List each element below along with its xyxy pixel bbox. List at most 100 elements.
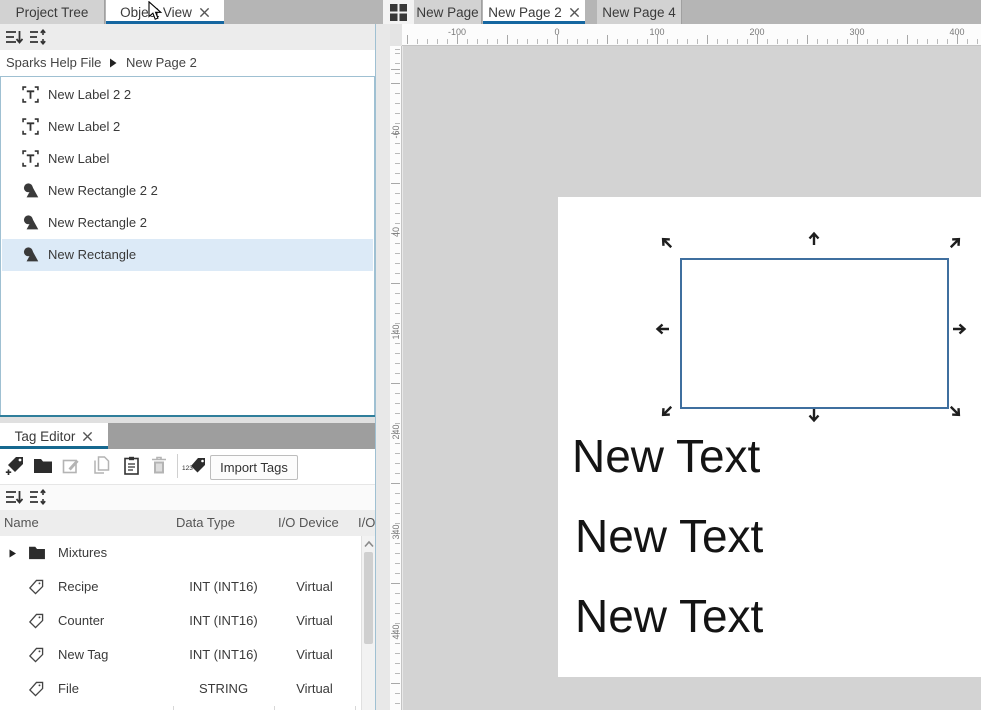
tag-io-device: Virtual [274, 672, 355, 706]
expand-all-button[interactable] [26, 26, 50, 48]
scroll-thumb[interactable] [364, 552, 373, 644]
copy-icon [93, 456, 110, 474]
resize-handle-bottom-left[interactable] [656, 400, 679, 423]
close-icon[interactable] [82, 431, 93, 442]
tag-io-device: Virtual [274, 638, 355, 672]
arrow-icon [806, 231, 822, 247]
ruler-corner [390, 24, 402, 46]
edit-tag-button[interactable] [58, 452, 84, 478]
horizontal-ruler: -100 0 100 200 300 400 [402, 24, 981, 46]
ruler-label: 440 [391, 617, 401, 647]
text-object-2[interactable]: New Text [575, 511, 763, 561]
column-header-io-device: I/O Device [278, 510, 339, 536]
tab-new-page-2-label: New Page 2 [488, 5, 562, 20]
grid-icon [389, 3, 408, 22]
tag-table-header: Name Data Type I/O Device I/O [0, 510, 375, 536]
arrow-icon [656, 400, 679, 423]
shapes-icon [22, 246, 39, 263]
resize-handle-right[interactable] [951, 321, 967, 337]
ruler-label: 0 [554, 27, 559, 37]
ruler-label: 300 [849, 27, 864, 37]
arrow-icon [655, 321, 671, 337]
tag-name: Recipe [58, 570, 98, 604]
breadcrumb-current[interactable]: New Page 2 [126, 50, 197, 76]
tab-object-view[interactable]: Object View [106, 0, 224, 24]
resize-handle-top-right[interactable] [944, 232, 967, 255]
canvas-tabbar: New Page New Page 2 New Page 4 [390, 0, 981, 24]
sort-down-icon [5, 29, 23, 45]
tag-editor-tabbar: Tag Editor [0, 423, 375, 449]
tab-new-page-4-label: New Page 4 [602, 5, 676, 20]
tag-icon [28, 647, 44, 663]
panel-gutter [375, 24, 390, 710]
tag-editor-toolbar: 123 Import Tags [0, 449, 375, 485]
paste-tag-button[interactable] [118, 452, 144, 478]
object-row-new-label-2[interactable]: New Label 2 [2, 111, 373, 143]
tag-icon [28, 613, 44, 629]
number-tag-button[interactable]: 123 [181, 452, 209, 478]
tag-row-counter[interactable]: Counter INT (INT16) Virtual [0, 604, 360, 638]
resize-handle-bottom[interactable] [806, 407, 822, 423]
tab-new-page-label: New Page [416, 5, 478, 20]
edit-icon [62, 457, 80, 474]
object-label: New Label 2 [48, 111, 120, 143]
tag-collapse-all-button[interactable] [2, 486, 26, 508]
collapse-all-button[interactable] [2, 26, 26, 48]
page-surface[interactable]: New Text New Text New Text [558, 197, 981, 677]
resize-handle-top[interactable] [806, 231, 822, 247]
import-tags-button[interactable]: Import Tags [210, 455, 298, 480]
tab-new-page-4[interactable]: New Page 4 [597, 0, 682, 24]
page-overview-button[interactable] [383, 0, 414, 24]
canvas-viewport[interactable]: New Text New Text New Text [403, 46, 981, 710]
shapes-icon [22, 214, 39, 231]
tag-name: Mixtures [58, 536, 107, 570]
selected-rectangle[interactable] [680, 258, 949, 409]
left-tabbar: Project Tree Object View [0, 0, 375, 24]
tag-name: Counter [58, 604, 104, 638]
trash-icon [151, 456, 167, 474]
object-row-new-rectangle-2-2[interactable]: New Rectangle 2 2 [2, 175, 373, 207]
close-icon[interactable] [569, 7, 580, 18]
label-icon [22, 118, 39, 135]
arrow-icon [951, 321, 967, 337]
sort-down-icon [5, 489, 23, 505]
tag-table-scrollbar[interactable] [361, 536, 375, 710]
tag-name: File [58, 672, 79, 706]
tab-new-page-2[interactable]: New Page 2 [483, 0, 585, 24]
delete-tag-button[interactable] [146, 452, 172, 478]
object-label: New Label [48, 143, 109, 175]
object-label: New Rectangle 2 [48, 207, 147, 239]
tag-row-file[interactable]: File STRING Virtual [0, 672, 360, 706]
scroll-up-icon[interactable] [363, 539, 375, 549]
tab-project-tree[interactable]: Project Tree [0, 0, 105, 24]
object-row-new-rectangle-2[interactable]: New Rectangle 2 [2, 207, 373, 239]
text-object-1[interactable]: New Text [572, 431, 760, 481]
toolbar-separator [177, 454, 178, 478]
tag-row-new-tag[interactable]: New Tag INT (INT16) Virtual [0, 638, 360, 672]
tag-io-device: Virtual [274, 604, 355, 638]
object-row-new-rectangle[interactable]: New Rectangle [2, 239, 373, 271]
tag-folder-button[interactable] [30, 452, 56, 478]
tag-name: New Tag [58, 638, 108, 672]
tab-new-page[interactable]: New Page [414, 0, 482, 24]
tag-row-recipe[interactable]: Recipe INT (INT16) Virtual [0, 570, 360, 604]
object-row-new-label-2-2[interactable]: New Label 2 2 [2, 79, 373, 111]
text-object-3[interactable]: New Text [575, 591, 763, 641]
tag-expand-all-button[interactable] [26, 486, 50, 508]
tag-data-type: INT (INT16) [173, 638, 274, 672]
ruler-label: 40 [391, 217, 401, 247]
sort-updown-icon [29, 29, 47, 45]
resize-handle-top-left[interactable] [656, 232, 679, 255]
resize-handle-left[interactable] [655, 321, 671, 337]
tab-tag-editor[interactable]: Tag Editor [0, 423, 108, 449]
breadcrumb-root[interactable]: Sparks Help File [6, 50, 101, 76]
expand-arrow-icon[interactable] [9, 549, 17, 558]
tag-row-mixtures[interactable]: Mixtures [0, 536, 360, 570]
breadcrumb-arrow-icon [109, 58, 117, 68]
copy-tag-button[interactable] [88, 452, 114, 478]
add-tag-button[interactable] [2, 452, 28, 478]
tag-icon [28, 579, 44, 595]
ruler-ticks [402, 35, 981, 44]
close-icon[interactable] [199, 7, 210, 18]
object-row-new-label[interactable]: New Label [2, 143, 373, 175]
